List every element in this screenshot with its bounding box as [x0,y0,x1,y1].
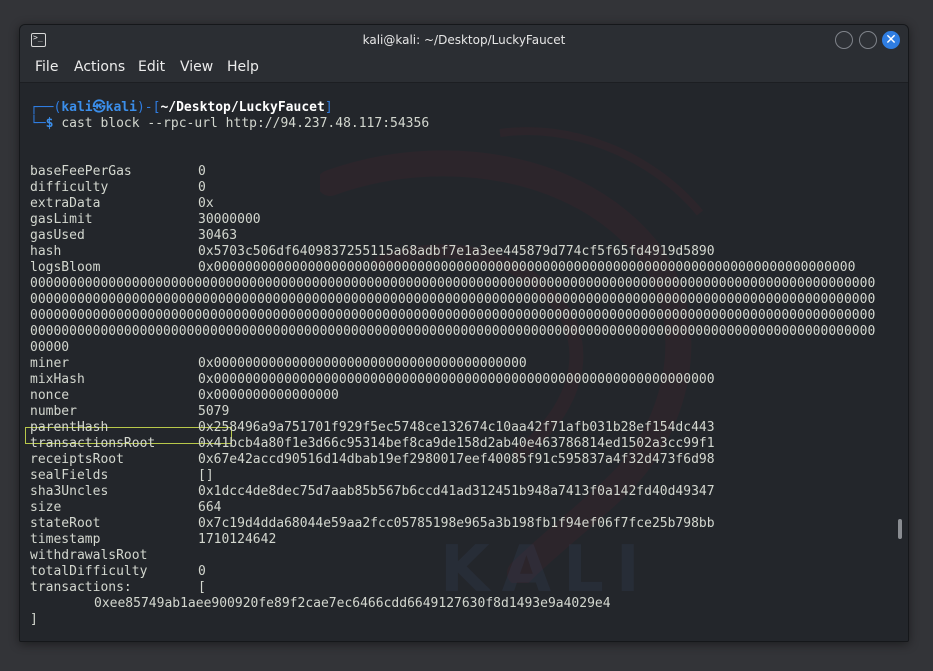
menu-file[interactable]: File [35,59,58,75]
field-key: stateRoot [30,516,101,531]
kali-dragon-logo [320,127,704,583]
prompt-line-2: └─$ cast block --rpc-url http://94.237.4… [30,116,430,131]
close-button[interactable]: ✕ [882,31,900,49]
prompt-path: ~/Desktop/LuckyFaucet [160,100,325,115]
field-key: transactions: [30,580,132,595]
field-value: 664 [198,500,222,515]
field-key: receiptsRoot [30,452,124,467]
field-value: 30000000 [198,212,261,227]
field-value: 0 [198,564,206,579]
field-value: 0x00000000000000000000000000000000000000… [198,372,715,387]
field-value: 0x00000000000000000000000000000000000000… [198,356,527,371]
menu-bar: File Actions Edit View Help [20,56,908,83]
field-key: size [30,500,62,515]
logsbloom-line: 0000000000000000000000000000000000000000… [30,276,876,291]
logsbloom-line: 0000000000000000000000000000000000000000… [30,308,876,323]
menu-edit[interactable]: Edit [138,59,165,75]
field-key: timestamp [30,532,101,547]
field-value: 0x7c19d4dda68044e59aa2fcc05785198e965a3b… [198,516,715,531]
maximize-button[interactable] [859,31,877,49]
menu-help[interactable]: Help [227,59,259,75]
field-key: totalDifficulty [30,564,148,579]
field-value: 0x1dcc4de8dec75d7aab85b567b6ccd41ad31245… [198,484,715,499]
field-key: gasLimit [30,212,93,227]
command-text: cast block --rpc-url http://94.237.48.11… [61,116,430,131]
field-value: 0x0000000000000000 [198,388,339,403]
field-key: hash [30,244,62,259]
transactions-close: ] [30,612,38,627]
field-value: 0 [198,180,206,195]
window-title: kali@kali: ~/Desktop/LuckyFaucet [362,33,566,47]
logsbloom-line: 0000000000000000000000000000000000000000… [30,292,876,307]
field-value: 0x67e42accd90516d14dbab19ef2980017eef400… [198,452,715,467]
scrollbar-thumb[interactable] [898,519,902,539]
prompt-at-icon: ㉿ [92,100,106,115]
minimize-button[interactable] [835,31,853,49]
field-value: [] [198,468,214,483]
field-key: miner [30,356,70,371]
field-value: 30463 [198,228,238,243]
field-key: sealFields [30,468,109,483]
field-value: 5079 [198,404,230,419]
field-value: 0x5703c506df6409837255115a68adbf7e1a3ee4… [198,244,715,259]
field-value: 0x41bcb4a80f1e3d66c95314bef8ca9de158d2ab… [198,436,715,451]
field-key: mixHash [30,372,85,387]
terminal-output[interactable]: KALI ┌──(kali㉿kali)-[~/Desktop/LuckyFauc… [20,83,908,641]
field-value: 0x [198,196,214,211]
field-key: difficulty [30,180,109,195]
transaction-hash: 0xee85749ab1aee900920fe89f2cae7ec6466cdd… [94,596,611,611]
field-key: logsBloom [30,260,101,275]
logsbloom-line: 00000 [30,340,70,355]
terminal-window: >_ kali@kali: ~/Desktop/LuckyFaucet ✕ Fi… [19,24,909,642]
field-key: transactionsRoot [30,436,156,451]
logsbloom-line: 0000000000000000000000000000000000000000… [30,324,876,339]
field-value: 0x00000000000000000000000000000000000000… [198,260,856,275]
close-icon: ✕ [885,32,897,48]
field-key: number [30,404,77,419]
field-value: 1710124642 [198,532,277,547]
field-value: 0 [198,164,206,179]
prompt-user: kali [61,100,93,115]
field-key: withdrawalsRoot [30,548,148,563]
field-key: extraData [30,196,101,211]
title-bar[interactable]: >_ kali@kali: ~/Desktop/LuckyFaucet ✕ [20,25,908,56]
field-key: sha3Uncles [30,484,109,499]
menu-view[interactable]: View [180,59,213,75]
field-key: gasUsed [30,228,85,243]
field-value: 0x258496a9a751701f929f5ec5748ce132674c10… [198,420,715,435]
prompt-host: kali [105,100,137,115]
menu-actions[interactable]: Actions [74,59,125,75]
prompt-line-1: ┌──(kali㉿kali)-[~/Desktop/LuckyFaucet] [30,100,333,115]
field-value: [ [198,580,206,595]
field-key: nonce [30,388,70,403]
field-key: baseFeePerGas [30,164,132,179]
field-key: parentHash [30,420,109,435]
